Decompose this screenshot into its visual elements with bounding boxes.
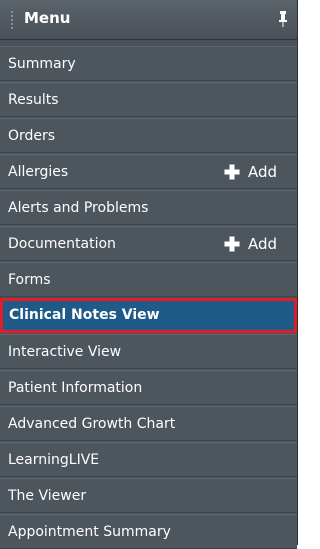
menu-item-documentation[interactable]: Documentation Add [0,226,297,261]
menu-item-results[interactable]: Results [0,82,297,117]
add-allergy-button[interactable]: Add [224,163,277,181]
menu-item-label: Orders [8,128,56,144]
add-label: Add [247,163,277,181]
menu-item-label: Results [8,92,59,108]
menu-item-alerts-and-problems[interactable]: Alerts and Problems [0,190,297,225]
menu-item-label: LearningLIVE [8,452,100,468]
menu-item-orders[interactable]: Orders [0,118,297,153]
menu-panel: Menu Summary Results Orders Allergies Ad… [0,0,298,549]
menu-item-label: Documentation [8,236,116,252]
menu-item-label: The Viewer [8,488,87,504]
add-label: Add [247,235,277,253]
pin-icon[interactable] [278,10,288,28]
menu-item-summary[interactable]: Summary [0,46,297,81]
menu-item-learninglive[interactable]: LearningLIVE [0,442,297,477]
menu-title: Menu [24,9,71,27]
menu-item-label: Interactive View [8,344,122,360]
menu-item-label: Appointment Summary [8,524,171,540]
add-documentation-button[interactable]: Add [224,235,277,253]
menu-item-allergies[interactable]: Allergies Add [0,154,297,189]
menu-item-clinical-notes-view[interactable]: Clinical Notes View [0,298,297,333]
menu-item-label: Alerts and Problems [8,200,149,216]
menu-item-forms[interactable]: Forms [0,262,297,297]
menu-item-label: Clinical Notes View [9,307,160,323]
menu-item-label: Summary [8,56,76,72]
menu-item-appointment-summary[interactable]: Appointment Summary [0,514,297,549]
menu-item-label: Forms [8,272,51,288]
menu-item-interactive-view[interactable]: Interactive View [0,334,297,369]
grip-icon[interactable] [10,10,14,30]
menu-item-advanced-growth-chart[interactable]: Advanced Growth Chart [0,406,297,441]
menu-item-label: Advanced Growth Chart [8,416,176,432]
plus-icon [224,236,240,252]
menu-item-label: Allergies [8,164,69,180]
menu-item-the-viewer[interactable]: The Viewer [0,478,297,513]
plus-icon [224,164,240,180]
menu-header: Menu [0,0,297,40]
menu-item-patient-information[interactable]: Patient Information [0,370,297,405]
menu-item-label: Patient Information [8,380,143,396]
